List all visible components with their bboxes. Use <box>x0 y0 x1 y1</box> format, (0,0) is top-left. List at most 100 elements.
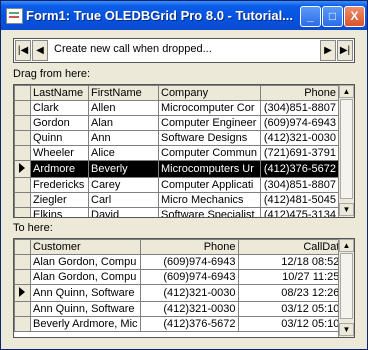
table-row-selected[interactable]: Ardmore Beverly Microcomputers Ur (412)376-… <box>14 160 339 178</box>
scroll-up-icon[interactable]: ▲ <box>339 239 354 252</box>
source-grid[interactable]: LastName FirstName Company Phone Clark Al… <box>13 84 355 218</box>
table-cell[interactable]: (412)321-0030 <box>260 130 339 146</box>
table-row[interactable]: Wheeler Alice Computer Commun (721)691-3791 <box>14 145 339 161</box>
table-cell[interactable]: 10/27 11:25a <box>237 269 349 285</box>
table-row[interactable]: Beverly Ardmore, Mic (412)376-5672 03/12 0… <box>14 316 349 332</box>
minimize-button[interactable]: _ <box>300 6 321 27</box>
table-cell[interactable]: Computer Applicati <box>158 177 261 193</box>
table-row[interactable]: Clark Allen Microcomputer Cor (304)851-8807 <box>14 100 339 116</box>
table-cell[interactable]: Alan Gordon, Compu <box>30 269 141 285</box>
table-row[interactable]: Gordon Alan Computer Engineer (609)974-6943 <box>14 115 339 131</box>
record-selector[interactable] <box>14 269 31 285</box>
vertical-scrollbar[interactable]: ▲ ▼ <box>338 239 354 337</box>
destination-grid[interactable]: Customer Phone CallDate Alan Gordon, Com… <box>13 238 355 338</box>
table-cell[interactable]: 03/12 05:10p <box>237 316 349 332</box>
maximize-button[interactable]: □ <box>322 6 343 27</box>
table-cell[interactable]: (609)974-6943 <box>260 115 339 131</box>
table-cell[interactable]: 03/12 05:10p <box>237 301 349 317</box>
table-cell[interactable]: Microcomputer Cor <box>158 100 261 116</box>
record-selector[interactable] <box>14 192 31 208</box>
record-selector[interactable] <box>14 100 31 116</box>
scroll-down-icon[interactable]: ▼ <box>339 323 354 336</box>
record-selector[interactable] <box>14 130 31 146</box>
table-cell[interactable]: Alan <box>88 115 159 131</box>
table-cell[interactable]: (412)475-3134 <box>260 207 339 217</box>
table-cell[interactable]: Elkins <box>30 207 89 217</box>
table-row[interactable]: Alan Gordon, Compu (609)974-6943 10/27 11:… <box>14 269 349 285</box>
table-cell[interactable]: Beverly Ardmore, Mic <box>30 316 141 332</box>
table-cell[interactable]: (412)376-5672 <box>139 316 239 332</box>
table-cell[interactable]: 12/18 08:52p <box>237 254 349 270</box>
record-selector[interactable] <box>14 160 31 178</box>
table-cell[interactable]: Ziegler <box>30 192 89 208</box>
current-row-arrow-icon <box>19 163 25 173</box>
record-selector[interactable] <box>14 207 31 217</box>
table-row[interactable]: Elkins David Software Specialist (412)475-3… <box>14 207 339 217</box>
record-selector[interactable] <box>14 145 31 161</box>
close-button[interactable]: X <box>344 6 365 27</box>
next-record-button[interactable]: ▶ <box>320 40 336 61</box>
column-header[interactable]: Customer <box>30 239 141 255</box>
prev-record-button[interactable]: ◀ <box>32 40 48 61</box>
record-selector[interactable] <box>14 284 31 302</box>
column-header[interactable]: Phone <box>139 239 239 255</box>
table-cell[interactable]: Ann <box>88 130 159 146</box>
record-selector[interactable] <box>14 177 31 193</box>
table-cell[interactable]: (304)851-8807 <box>260 100 339 116</box>
table-cell[interactable]: Ann Quinn, Software <box>30 284 141 302</box>
record-selector[interactable] <box>14 316 31 332</box>
column-header[interactable]: FirstName <box>88 85 159 101</box>
table-cell[interactable]: Alice <box>88 145 159 161</box>
table-cell[interactable]: Computer Commun <box>158 145 261 161</box>
record-selector[interactable] <box>14 254 31 270</box>
column-header[interactable]: CallDate <box>237 239 349 255</box>
scroll-thumb[interactable] <box>340 99 353 199</box>
record-selector[interactable] <box>14 115 31 131</box>
first-record-button[interactable]: |◀ <box>15 40 31 61</box>
table-cell[interactable]: Allen <box>88 100 159 116</box>
column-header[interactable]: Company <box>158 85 261 101</box>
table-row-current[interactable]: Ann Quinn, Software (412)321-0030 08/23 12… <box>14 284 349 302</box>
title-bar[interactable]: Form1: True OLEDBGrid Pro 8.0 - Tutorial… <box>1 1 367 30</box>
table-cell[interactable]: Computer Engineer <box>158 115 261 131</box>
scroll-up-icon[interactable]: ▲ <box>339 85 354 98</box>
table-cell[interactable]: Quinn <box>30 130 89 146</box>
table-cell[interactable]: (304)851-8807 <box>260 177 339 193</box>
table-cell[interactable]: Micro Mechanics <box>158 192 261 208</box>
table-cell[interactable]: Carey <box>88 177 159 193</box>
record-selector[interactable] <box>14 301 31 317</box>
table-row[interactable]: Fredericks Carey Computer Applicati (304)85… <box>14 177 339 193</box>
table-cell[interactable]: Fredericks <box>30 177 89 193</box>
table-cell[interactable]: Ann Quinn, Software <box>30 301 141 317</box>
last-record-button[interactable]: ▶| <box>337 40 353 61</box>
table-cell[interactable]: 08/23 12:26p <box>237 284 349 302</box>
table-cell[interactable]: (721)691-3791 <box>260 145 339 161</box>
table-row[interactable]: Quinn Ann Software Designs (412)321-0030 <box>14 130 339 146</box>
table-cell[interactable]: Beverly <box>88 160 159 178</box>
table-cell[interactable]: Software Designs <box>158 130 261 146</box>
table-cell[interactable]: Ardmore <box>30 160 89 178</box>
scroll-down-icon[interactable]: ▼ <box>339 203 354 216</box>
table-cell[interactable]: Clark <box>30 100 89 116</box>
table-row[interactable]: Alan Gordon, Compu (609)974-6943 12/18 08:… <box>14 254 349 270</box>
table-cell[interactable]: (609)974-6943 <box>139 269 239 285</box>
table-cell[interactable]: (412)481-5045 <box>260 192 339 208</box>
table-cell[interactable]: Wheeler <box>30 145 89 161</box>
table-cell[interactable]: David <box>88 207 159 217</box>
table-cell[interactable]: Gordon <box>30 115 89 131</box>
table-cell[interactable]: Carl <box>88 192 159 208</box>
table-cell[interactable]: Alan Gordon, Compu <box>30 254 141 270</box>
table-cell[interactable]: Microcomputers Ur <box>158 160 261 178</box>
table-row[interactable]: Ann Quinn, Software (412)321-0030 03/12 05… <box>14 301 349 317</box>
scroll-thumb[interactable] <box>340 253 353 319</box>
table-cell[interactable]: (412)321-0030 <box>139 284 239 302</box>
vertical-scrollbar[interactable]: ▲ ▼ <box>338 85 354 217</box>
column-header[interactable]: Phone <box>260 85 339 101</box>
table-cell[interactable]: (412)321-0030 <box>139 301 239 317</box>
record-selector-header <box>14 239 31 255</box>
table-cell[interactable]: (412)376-5672 <box>260 160 339 178</box>
table-cell[interactable]: (609)974-6943 <box>139 254 239 270</box>
column-header[interactable]: LastName <box>30 85 89 101</box>
table-cell[interactable]: Software Specialist <box>158 207 261 217</box>
table-row[interactable]: Ziegler Carl Micro Mechanics (412)481-5045 <box>14 192 339 208</box>
